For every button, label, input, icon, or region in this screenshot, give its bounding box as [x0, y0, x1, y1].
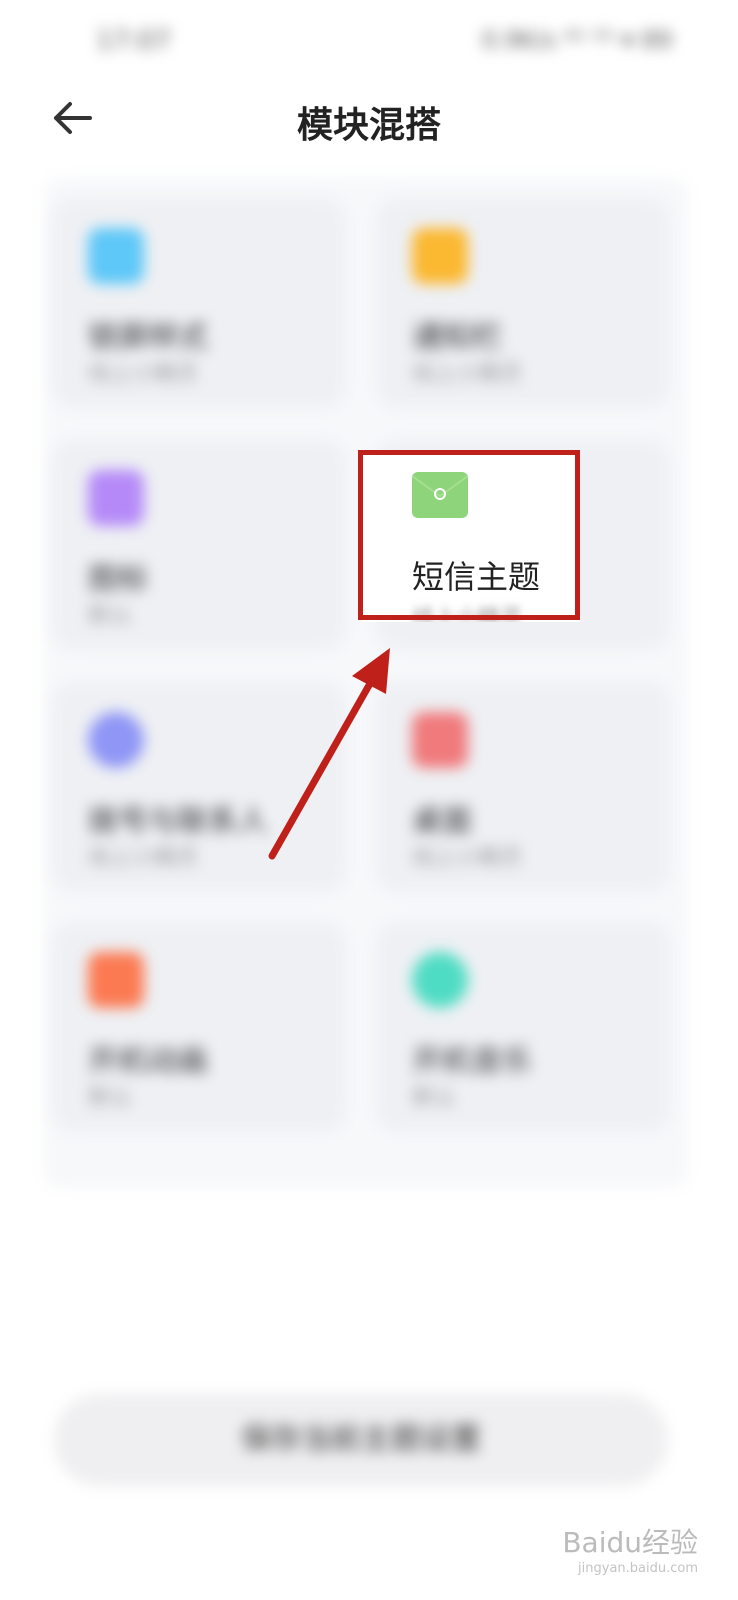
status-time: 17:07: [96, 26, 171, 56]
card-subtitle: 线上小精灵: [88, 362, 199, 387]
baidu-watermark: Baidu经验 jingyan.baidu.com: [562, 1521, 698, 1576]
status-icons: 0.9K/s ⁴ᴳ ⁵ᴳ ▾ 89: [481, 26, 672, 54]
desktop-icon: [412, 712, 468, 768]
module-card-desktop[interactable]: 桌面 线上小精灵: [376, 682, 670, 892]
app-icons-icon: [88, 470, 144, 526]
module-card-notification[interactable]: 通知栏 线上小精灵: [376, 198, 670, 408]
watermark-url: jingyan.baidu.com: [578, 1561, 698, 1576]
card-subtitle: 线上小精灵: [412, 846, 523, 871]
card-title: 拨号与联系人: [88, 804, 268, 839]
module-card-boot-music[interactable]: 开机音乐 默认: [376, 922, 670, 1132]
save-theme-button[interactable]: 保存当前主题设置: [54, 1394, 668, 1486]
module-card-boot-animation[interactable]: 开机动画 默认: [52, 922, 346, 1132]
card-subtitle: 线上小精灵: [412, 362, 523, 387]
watermark-brand: Baidu经验: [562, 1526, 698, 1559]
card-subtitle: 线上小精灵: [88, 846, 199, 871]
boot-animation-icon: [88, 952, 144, 1008]
contacts-icon: [88, 712, 144, 768]
card-title: 开机动画: [88, 1044, 208, 1079]
page-title: 模块混搭: [296, 105, 441, 146]
notification-icon: [412, 228, 468, 284]
card-title: 图标: [88, 562, 148, 597]
module-card-lock-screen[interactable]: 锁屏样式 线上小精灵: [52, 198, 346, 408]
card-title: 锁屏样式: [88, 320, 208, 355]
card-title: 桌面: [412, 804, 472, 839]
card-title: 开机音乐: [412, 1044, 532, 1079]
annotation-highlight-box: [358, 450, 580, 620]
card-title: 通知栏: [412, 320, 502, 355]
card-subtitle: 默认: [88, 604, 133, 629]
annotation-arrow-icon: [268, 648, 390, 860]
lock-screen-icon: [88, 228, 144, 284]
card-subtitle: 默认: [412, 1086, 457, 1111]
boot-music-icon: [412, 952, 468, 1008]
status-bar: 17:07 0.9K/s ⁴ᴳ ⁵ᴳ ▾ 89: [0, 0, 738, 80]
card-subtitle: 默认: [88, 1086, 133, 1111]
module-card-icons[interactable]: 图标 默认: [52, 440, 346, 650]
